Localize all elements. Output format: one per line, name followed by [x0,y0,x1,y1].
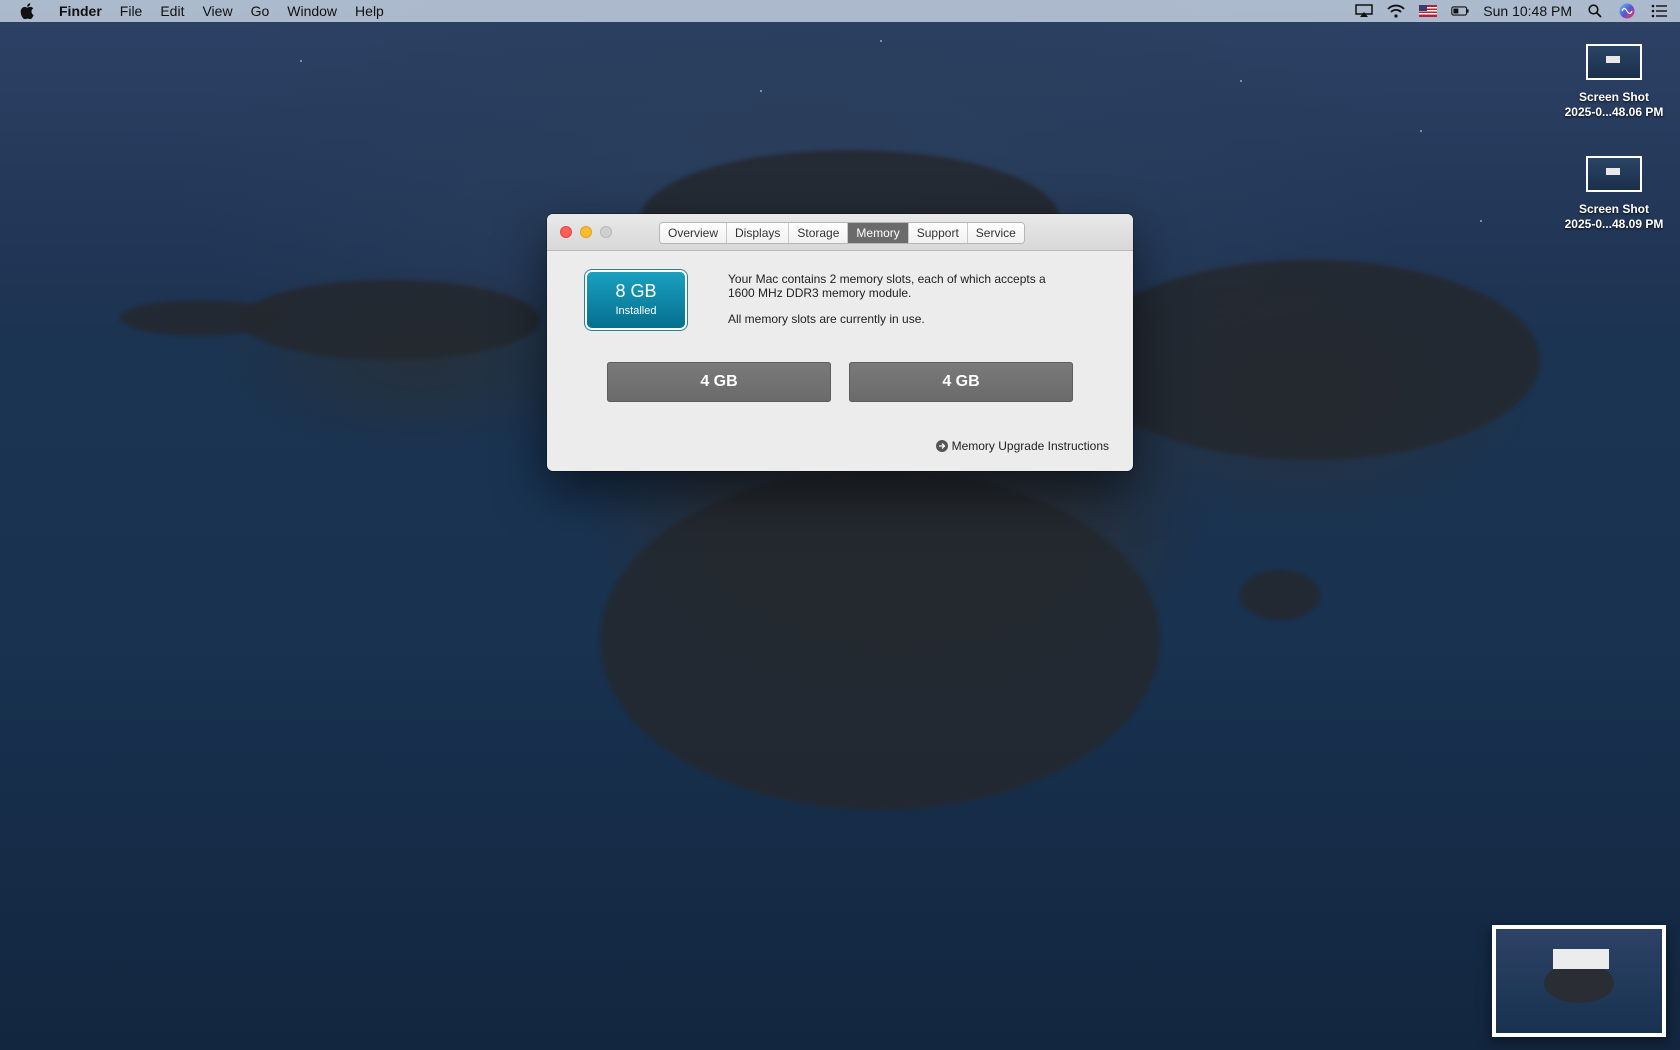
memory-description: Your Mac contains 2 memory slots, each o… [728,272,1058,338]
menu-go[interactable]: Go [242,0,279,22]
star [1240,80,1242,82]
zoom-button [600,226,612,238]
wifi-icon[interactable] [1387,3,1405,19]
desktop-file-name-line1: Screen Shot [1578,202,1650,216]
screenshot-preview-thumbnail[interactable] [1492,925,1666,1037]
background-island [1080,260,1540,460]
star [300,60,302,62]
star [760,90,762,92]
arrow-right-circle-icon [935,440,948,452]
background-island [600,470,1160,810]
background-island [240,280,540,360]
menu-help[interactable]: Help [346,0,393,22]
background-island [120,300,280,336]
memory-installed-badge: 8 GB Installed [587,272,685,328]
menu-edit[interactable]: Edit [151,0,193,22]
desktop-file-screenshot-2[interactable]: Screen Shot 2025-0...48.09 PM [1554,156,1674,232]
notification-center-icon[interactable] [1650,3,1668,19]
siri-icon[interactable] [1618,3,1636,19]
menu-bar: Finder File Edit View Go Window Help Sun… [0,0,1680,22]
star [1480,220,1482,222]
desktop-file-screenshot-1[interactable]: Screen Shot 2025-0...48.06 PM [1554,44,1674,120]
input-source-flag-icon[interactable] [1419,3,1438,19]
memory-slot-1: 4 GB [607,362,831,402]
tab-support[interactable]: Support [908,223,968,243]
tab-memory[interactable]: Memory [848,223,909,243]
tab-service[interactable]: Service [967,223,1024,243]
memory-slot-info: Your Mac contains 2 memory slots, each o… [728,272,1046,300]
memory-slot-status: All memory slots are currently in use. [728,312,925,326]
star [880,40,882,42]
desktop-file-name-line2: 2025-0...48.09 PM [1564,217,1664,231]
status-area: Sun 10:48 PM [1355,0,1668,22]
battery-icon[interactable] [1451,3,1469,19]
window-titlebar[interactable]: Overview Displays Storage Memory Support… [547,214,1133,251]
close-button[interactable] [560,226,572,238]
screenshot-preview-image [1496,929,1662,1033]
desktop-file-name-line1: Screen Shot [1578,90,1650,104]
desktop-file-name-line2: 2025-0...48.06 PM [1564,105,1664,119]
menu-file[interactable]: File [111,0,152,22]
screenshot-thumbnail-icon [1586,156,1642,192]
tab-storage[interactable]: Storage [789,223,849,243]
memory-upgrade-link-text[interactable]: Memory Upgrade Instructions [952,439,1109,453]
menu-app-name[interactable]: Finder [50,0,111,22]
tab-overview[interactable]: Overview [660,223,728,243]
tab-displays[interactable]: Displays [727,223,790,243]
menu-view[interactable]: View [193,0,241,22]
menu-window[interactable]: Window [278,0,346,22]
memory-total: 8 GB [615,281,657,301]
star [1420,130,1422,132]
window-controls [560,226,612,238]
memory-installed-label: Installed [615,305,657,317]
screenshot-thumbnail-icon [1586,44,1642,80]
memory-slot-2: 4 GB [849,362,1073,402]
tab-bar: Overview Displays Storage Memory Support… [659,222,1025,244]
apple-menu-icon[interactable] [16,0,38,22]
about-this-mac-window: Overview Displays Storage Memory Support… [547,214,1133,471]
airplay-icon[interactable] [1355,3,1374,19]
menu-clock[interactable]: Sun 10:48 PM [1483,3,1572,19]
memory-upgrade-link[interactable]: Memory Upgrade Instructions [935,439,1109,453]
spotlight-search-icon[interactable] [1586,3,1604,19]
background-rock [1240,570,1320,620]
minimize-button[interactable] [580,226,592,238]
